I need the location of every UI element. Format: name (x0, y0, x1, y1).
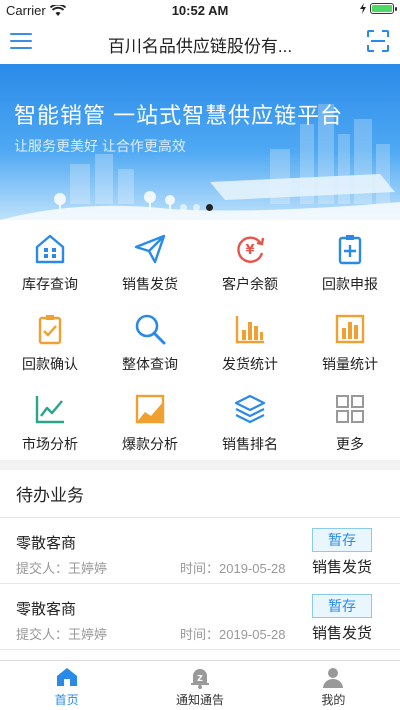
menu-item-label: 发货统计 (222, 356, 278, 372)
todo-section: 待办业务 零散客商 提交人：王婷婷 时间：2019-05-28 暂存 销售发货 … (0, 470, 400, 660)
menu-item-label: 销量统计 (322, 356, 378, 372)
menu-item-label: 销售发货 (122, 276, 178, 292)
todo-time: 时间：2019-05-28 (180, 561, 286, 576)
menu-item-label: 客户余额 (222, 276, 278, 292)
banner-title: 智能销管 一站式智慧供应链平台 (14, 103, 344, 128)
todo-customer-name: 零散客商 (16, 601, 77, 618)
menu-item-label: 爆款分析 (122, 436, 178, 452)
tab-home[interactable]: 首页 (0, 661, 133, 710)
magnifier-icon (135, 314, 166, 345)
paper-plane-icon (134, 234, 166, 264)
todo-submitter: 提交人：王婷婷 (16, 561, 108, 576)
menu-item-sales-ranking[interactable]: 销售排名 (200, 380, 300, 460)
todo-list-item[interactable]: 零散客商 提交人：王婷婷 时间：2019-05-28 暂存 销售发货 (0, 518, 400, 584)
todo-business-type: 销售发货 (312, 625, 373, 642)
menu-item-label: 更多 (336, 436, 364, 452)
tab-label: 首页 (54, 693, 79, 707)
status-time: 10:52 AM (171, 3, 229, 18)
tab-label: 通知通告 (175, 693, 224, 707)
menu-item-label: 市场分析 (22, 436, 78, 452)
banner-carousel[interactable]: 智能销管 一站式智慧供应链平台 让服务更美好 让合作更高效 (0, 64, 400, 220)
menu-item-label: 回款确认 (22, 356, 78, 372)
status-badge: 暂存 (312, 594, 372, 618)
clipboard-check-icon (38, 315, 62, 345)
menu-item-market-analysis[interactable]: 市场分析 (0, 380, 100, 460)
svg-text:¥: ¥ (245, 243, 254, 258)
todo-list-item[interactable]: 零散客商 提交人：王婷婷 时间：2019-05-28 暂存 销售发货 (0, 584, 400, 650)
todo-customer-name: 零散客商 (16, 535, 77, 552)
carousel-dot-active[interactable] (206, 204, 213, 211)
battery-icon (370, 3, 397, 14)
menu-item-payment-declaration[interactable]: 回款申报 (300, 220, 400, 300)
person-icon (323, 668, 344, 688)
todo-business-type: 销售发货 (312, 559, 373, 576)
layers-icon (234, 394, 266, 424)
menu-item-label: 库存查询 (22, 276, 78, 292)
trend-chart-icon (135, 394, 165, 424)
warehouse-icon (35, 234, 65, 264)
menu-item-delivery-statistics[interactable]: 发货统计 (200, 300, 300, 380)
bar-chart-icon (235, 316, 264, 344)
line-chart-icon (35, 396, 64, 424)
todo-submitter: 提交人：王婷婷 (16, 627, 108, 642)
grid-more-icon (336, 395, 364, 423)
tab-label: 我的 (321, 693, 346, 707)
clipboard-plus-icon (338, 235, 362, 265)
bar-chart-filled-icon (335, 314, 365, 344)
todo-time: 时间：2019-05-28 (180, 627, 286, 642)
menu-item-label: 销售排名 (222, 436, 278, 452)
tab-bar: 首页 Z 通知通告 我的 (0, 660, 400, 710)
charging-icon (360, 3, 366, 14)
menu-item-hot-item-analysis[interactable]: 爆款分析 (100, 380, 200, 460)
menu-item-more[interactable]: 更多 (300, 380, 400, 460)
status-bar: Carrier 10:52 AM (0, 0, 400, 20)
menu-item-customer-balance[interactable]: ¥ 客户余额 (200, 220, 300, 300)
menu-item-label: 整体查询 (122, 356, 178, 372)
carousel-dots (180, 204, 213, 211)
menu-item-sales-delivery[interactable]: 销售发货 (100, 220, 200, 300)
page-title: 百川名品供应链股份有... (107, 37, 293, 56)
function-grid: 库存查询 销售发货 ¥ 客户余额 回款申报 回款确认 整体查询 发货统计 销量统… (0, 220, 400, 460)
scan-icon[interactable] (366, 29, 390, 53)
carousel-dot[interactable] (193, 204, 200, 211)
todo-section-title: 待办业务 (0, 470, 400, 518)
nav-bar: 百川名品供应链股份有... (0, 20, 400, 64)
tab-mine[interactable]: 我的 (267, 661, 400, 710)
yuan-cycle-icon: ¥ (237, 236, 265, 263)
menu-item-label: 回款申报 (322, 276, 378, 292)
menu-item-payment-confirmation[interactable]: 回款确认 (0, 300, 100, 380)
status-badge: 暂存 (312, 528, 372, 552)
tab-notifications[interactable]: Z 通知通告 (133, 661, 266, 710)
notification-icon: Z (190, 669, 209, 689)
menu-item-inventory-query[interactable]: 库存查询 (0, 220, 100, 300)
banner-subtitle: 让服务更美好 让合作更高效 (14, 138, 186, 154)
menu-icon[interactable] (10, 30, 32, 52)
home-icon (56, 668, 77, 686)
menu-item-overall-query[interactable]: 整体查询 (100, 300, 200, 380)
carousel-dot[interactable] (180, 204, 187, 211)
menu-item-sales-volume-statistics[interactable]: 销量统计 (300, 300, 400, 380)
svg-text:Z: Z (197, 674, 203, 683)
